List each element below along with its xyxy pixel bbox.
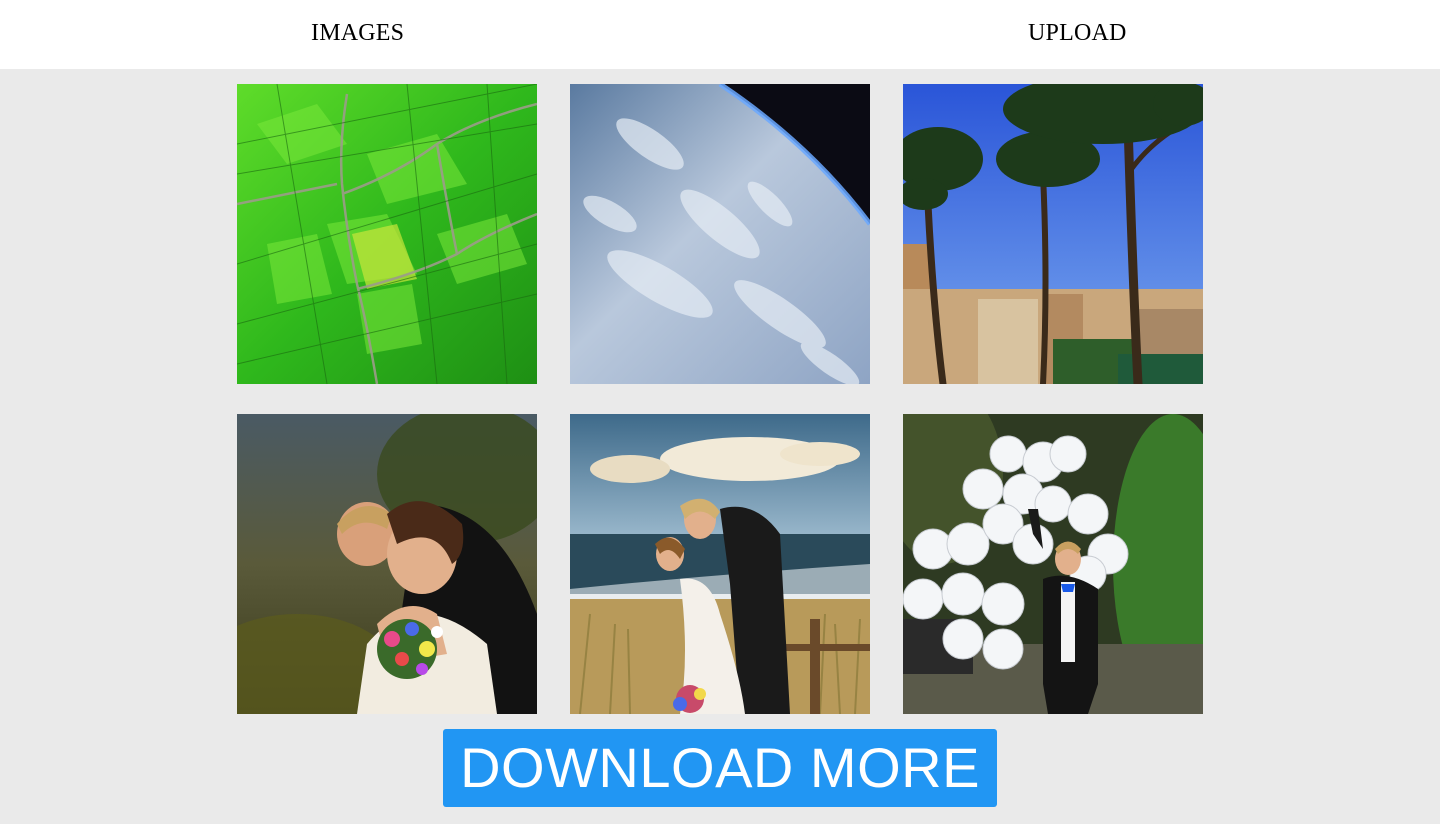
image-gallery [237,84,1203,714]
aerial-fields-photo [237,84,537,384]
top-navigation-bar: IMAGES UPLOAD [0,0,1440,69]
gallery-image-balloons[interactable] [903,414,1203,714]
earth-photo [570,84,870,384]
nav-upload-link[interactable]: UPLOAD [1028,20,1127,47]
wedding-beach-photo [570,414,870,714]
gallery-image-wedding-beach[interactable] [570,414,870,714]
gallery-image-pines-rome[interactable] [903,84,1203,384]
gallery-image-earth-from-space[interactable] [570,84,870,384]
download-more-button[interactable]: DOWNLOAD MORE [443,729,997,807]
gallery-image-aerial-fields[interactable] [237,84,537,384]
gallery-image-wedding-bouquet[interactable] [237,414,537,714]
pines-photo [903,84,1203,384]
wedding-bouquet-photo [237,414,537,714]
balloons-photo [903,414,1203,714]
nav-images-link[interactable]: IMAGES [311,20,404,47]
